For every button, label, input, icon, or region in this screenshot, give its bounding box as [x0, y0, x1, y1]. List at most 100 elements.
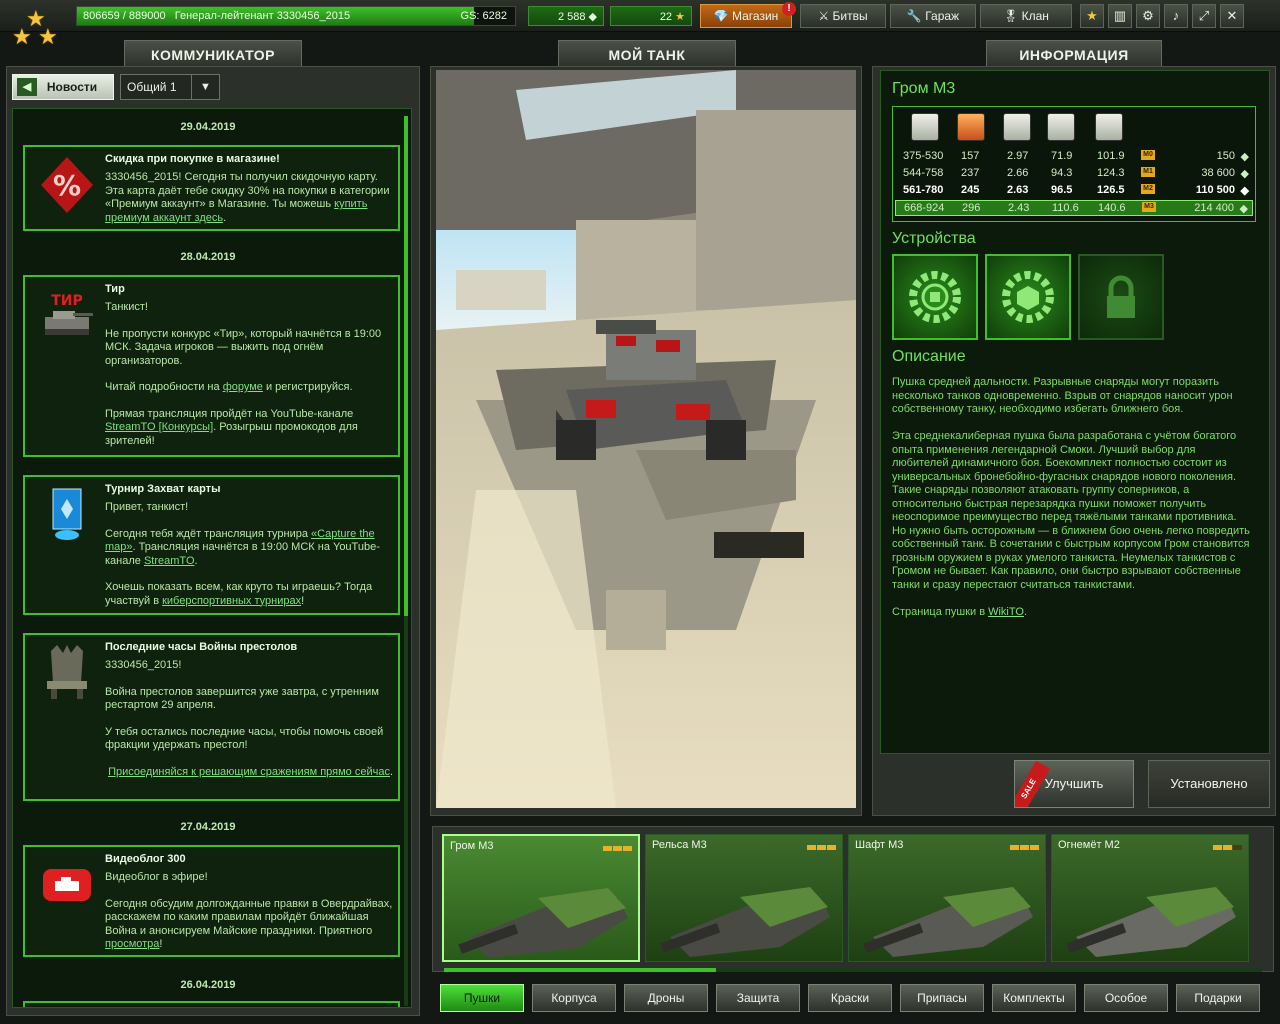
category-tab[interactable]: Дроны	[624, 984, 708, 1012]
category-tab[interactable]: Подарки	[1176, 984, 1260, 1012]
stat-value: 2.43	[1008, 202, 1030, 214]
price: 110 500	[1195, 184, 1235, 196]
news-date: 26.04.2019	[180, 979, 236, 991]
news-feed: 29.04.2019 % Скидка при покупке в магази…	[12, 108, 412, 1008]
streamto-link[interactable]: StreamTO	[144, 555, 195, 567]
esports-tournaments-link[interactable]: киберспортивных турнирах	[162, 595, 301, 607]
stat-value: 157	[961, 150, 980, 162]
shooting-range-icon: ТИР	[37, 285, 97, 345]
item-slot-name: Шафт M3	[855, 839, 904, 851]
stats-row[interactable]: 375-530 157 2.97 71.9 101.9 M0 150 ◆	[895, 149, 1253, 165]
stat-value: 96.5	[1051, 184, 1073, 196]
description-title: Описание	[892, 348, 966, 365]
device-slot[interactable]	[892, 254, 978, 340]
news-button[interactable]: ◀ Новости	[12, 74, 114, 100]
crystal-icon: ◆	[1240, 185, 1249, 197]
video-blog-icon	[37, 855, 97, 915]
watch-link[interactable]: просмотра	[105, 938, 159, 950]
communicator-tab[interactable]: КОММУНИКАТОР	[124, 40, 302, 68]
news-date: 28.04.2019	[180, 251, 236, 263]
price: 214 400	[1194, 202, 1234, 214]
category-tab[interactable]: Корпуса	[532, 984, 616, 1012]
turret-model	[863, 887, 1033, 957]
stats-table: 375-530 157 2.97 71.9 101.9 M0 150 ◆ 544-758 237 2…	[892, 106, 1256, 222]
item-slot[interactable]: Шафт M3	[848, 834, 1046, 962]
channel-select[interactable]: Общий 1 ▼	[120, 74, 220, 100]
stats-row[interactable]: 668-924 296 2.43 110.6 140.6 M3 214 400 ◆	[895, 200, 1253, 216]
star-icon: ★	[1086, 8, 1098, 23]
upgrade-button[interactable]: SALE Улучшить	[1014, 760, 1134, 808]
news-card: % Скидка при покупке в магазине! 3330456…	[23, 145, 400, 231]
news-body: Танкист! Не пропусти конкурс «Тир», кото…	[105, 301, 382, 447]
news-title: Видеоблог 300	[105, 853, 186, 865]
news-title: Тир	[105, 283, 125, 295]
shop-button[interactable]: 💎 Магазин	[700, 4, 792, 28]
settings-button[interactable]: ⚙	[1136, 4, 1160, 28]
items-scroll-thumb[interactable]	[444, 968, 716, 972]
category-tab[interactable]: Защита	[716, 984, 800, 1012]
fullscreen-icon: ⤢	[1198, 8, 1210, 23]
clan-button[interactable]: 🎖 Клан	[980, 4, 1072, 28]
price: 38 600	[1201, 167, 1235, 179]
stat-value: 140.6	[1098, 202, 1126, 214]
throne-icon	[37, 643, 97, 703]
fullscreen-button[interactable]: ⤢	[1192, 4, 1216, 28]
sound-button[interactable]: ♪	[1164, 4, 1188, 28]
statistics-button[interactable]: ▥	[1108, 4, 1132, 28]
category-tab[interactable]: Пушки	[440, 984, 524, 1012]
stars-counter: 22 ★	[610, 6, 692, 26]
join-battles-link[interactable]: Присоединяйся к решающим сражениям прямо…	[108, 766, 390, 778]
modification-badge: M3	[1142, 202, 1156, 212]
svg-text:ТИР: ТИР	[51, 293, 83, 309]
info-tab[interactable]: ИНФОРМАЦИЯ	[986, 40, 1162, 68]
forum-link[interactable]: форуме	[223, 381, 263, 393]
streamto-contests-link[interactable]: StreamTO [Конкурсы]	[105, 421, 213, 433]
crystal-icon: ◆	[1240, 168, 1249, 180]
gear-icon	[909, 271, 961, 323]
stats-row[interactable]: 544-758 237 2.66 94.3 124.3 M1 38 600 ◆	[895, 166, 1253, 182]
achievements-button[interactable]: ★	[1080, 4, 1104, 28]
gear-score: GS: 6282	[460, 10, 507, 22]
news-body: 3330456_2015! Война престолов завершится…	[105, 659, 394, 778]
my-tank-tab[interactable]: МОЙ ТАНК	[558, 40, 736, 68]
upgrade-level	[806, 841, 836, 853]
news-card: Видеоблог 300 Видеоблог в эфире! Сегодня…	[23, 845, 400, 957]
stat-value: 544-758	[903, 167, 944, 179]
stat-value: 2.97	[1007, 150, 1029, 162]
news-card	[23, 1001, 400, 1007]
tournament-flag-icon	[37, 485, 97, 545]
installed-button[interactable]: Установлено	[1148, 760, 1270, 808]
crystal-icon: ◆	[588, 11, 597, 23]
garage-button[interactable]: 🔧 Гараж	[890, 4, 976, 28]
upgrade-level	[1009, 841, 1039, 853]
modification-badge: M0	[1141, 150, 1155, 160]
close-button[interactable]: ✕	[1220, 4, 1244, 28]
stat-value: 375-530	[903, 150, 944, 162]
news-card: Турнир Захват карты Привет, танкист! Сег…	[23, 475, 400, 615]
category-tab[interactable]: Особое	[1084, 984, 1168, 1012]
item-description: Пушка средней дальности. Разрывные снаря…	[892, 376, 1250, 618]
news-scroll-thumb[interactable]	[404, 116, 408, 616]
item-slot-name: Рельса M3	[652, 839, 707, 851]
stat-value: 245	[961, 184, 980, 196]
stats-row[interactable]: 561-780 245 2.63 96.5 126.5 M2 110 500 ◆	[895, 183, 1253, 199]
item-slot[interactable]: Рельса M3	[645, 834, 843, 962]
upgrade-level	[602, 842, 632, 854]
device-slot[interactable]	[985, 254, 1071, 340]
lock-icon	[1107, 275, 1135, 318]
category-tab[interactable]: Припасы	[900, 984, 984, 1012]
item-slot[interactable]: Гром M3	[442, 834, 640, 962]
price: 150	[1216, 150, 1235, 162]
splash-radius-icon	[1095, 113, 1123, 141]
wikito-link[interactable]: WikiTO	[988, 606, 1024, 618]
category-tab[interactable]: Краски	[808, 984, 892, 1012]
item-name: Гром М3	[892, 80, 956, 97]
megaphone-icon: ◀	[17, 78, 37, 96]
battles-button[interactable]: ⚔ Битвы	[800, 4, 886, 28]
category-tab[interactable]: Комплекты	[992, 984, 1076, 1012]
news-title: Турнир Захват карты	[105, 483, 221, 495]
wrench-icon: 🔧	[906, 9, 922, 23]
item-slot[interactable]: Огнемёт M2	[1051, 834, 1249, 962]
garage-scene[interactable]	[436, 70, 856, 808]
devices-title: Устройства	[892, 230, 976, 247]
